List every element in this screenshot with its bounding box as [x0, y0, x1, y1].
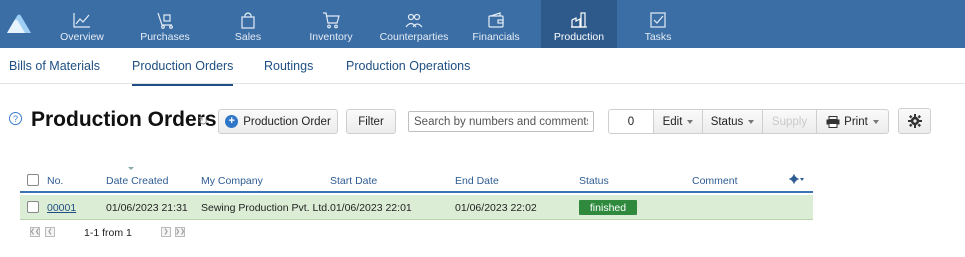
last-page-button[interactable]: ❯❯	[175, 227, 185, 237]
hand-cart-icon	[157, 12, 173, 29]
edit-dropdown[interactable]: Edit	[653, 110, 702, 133]
nav-counterparties[interactable]: Counterparties	[378, 0, 450, 48]
cell-start-date: 01/06/2023 22:01	[330, 202, 412, 214]
select-all-checkbox[interactable]	[27, 174, 39, 186]
add-production-order-button[interactable]: + Production Order	[218, 109, 338, 134]
tab-routings[interactable]: Routings	[264, 59, 313, 73]
printer-icon	[826, 115, 840, 128]
table-header: No. Date Created My Company Start Date E…	[20, 171, 813, 193]
column-header-comment[interactable]: Comment	[692, 175, 738, 187]
chevron-down-icon	[748, 119, 755, 124]
chart-line-icon	[73, 13, 90, 28]
cell-company: Sewing Production Pvt. Ltd.	[201, 202, 330, 214]
tab-production-operations[interactable]: Production Operations	[346, 59, 470, 73]
action-toolbar: 0 Edit Status Supply Print	[608, 109, 889, 134]
column-header-status[interactable]: Status	[579, 175, 609, 187]
column-header-end-date[interactable]: End Date	[455, 175, 499, 187]
next-page-button[interactable]: ❯	[161, 227, 171, 237]
chevron-down-icon	[687, 119, 694, 124]
nav-label: Production	[553, 31, 605, 43]
supply-button[interactable]: Supply	[762, 110, 816, 133]
print-label: Print	[844, 115, 868, 128]
status-dropdown[interactable]: Status	[702, 110, 762, 133]
add-button-label: Production Order	[243, 115, 331, 128]
cell-date-created: 01/06/2023 21:31	[106, 202, 188, 214]
column-settings-button[interactable]	[789, 174, 805, 187]
first-page-button[interactable]: ❮❮	[30, 227, 40, 237]
nav-purchases[interactable]: Purchases	[135, 0, 195, 48]
gear-icon	[907, 114, 922, 128]
cart-icon	[323, 12, 340, 29]
app-logo[interactable]	[4, 10, 34, 36]
nav-label: Counterparties	[379, 31, 449, 43]
people-icon	[405, 13, 423, 28]
settings-button[interactable]	[898, 108, 931, 134]
page-title: Production Orders	[31, 108, 217, 131]
nav-overview[interactable]: Overview	[58, 0, 106, 48]
plus-icon: +	[225, 115, 239, 128]
column-header-company[interactable]: My Company	[201, 175, 263, 187]
gear-icon	[789, 174, 804, 184]
wallet-icon	[488, 12, 504, 28]
help-icon[interactable]: ?	[9, 112, 22, 125]
top-navigation: Overview Purchases Sales Inventory Count…	[0, 0, 965, 48]
tab-bills-of-materials[interactable]: Bills of Materials	[9, 59, 100, 73]
edit-label: Edit	[662, 115, 683, 128]
nav-label: Overview	[60, 31, 104, 43]
pagination-info: 1-1 from 1	[84, 227, 132, 239]
row-checkbox[interactable]	[27, 201, 39, 213]
order-number-link[interactable]: 00001	[47, 202, 76, 214]
shopping-bag-icon	[241, 12, 255, 29]
nav-inventory[interactable]: Inventory	[305, 0, 357, 48]
selected-count: 0	[609, 110, 653, 133]
refresh-icon[interactable]: ↻	[198, 115, 210, 127]
sort-indicator-icon	[128, 167, 134, 170]
nav-production[interactable]: Production	[541, 0, 617, 48]
search-input[interactable]	[408, 111, 594, 132]
status-badge: finished	[579, 200, 637, 215]
nav-tasks[interactable]: Tasks	[640, 0, 676, 48]
nav-sales[interactable]: Sales	[228, 0, 268, 48]
nav-label: Tasks	[644, 31, 672, 43]
nav-financials[interactable]: Financials	[470, 0, 522, 48]
column-header-no[interactable]: No.	[47, 175, 63, 187]
cell-end-date: 01/06/2023 22:02	[455, 202, 537, 214]
checkbox-icon	[650, 12, 666, 28]
print-dropdown[interactable]: Print	[816, 110, 888, 133]
tab-production-orders[interactable]: Production Orders	[132, 59, 234, 86]
column-header-start-date[interactable]: Start Date	[330, 175, 377, 187]
nav-label: Sales	[234, 31, 262, 43]
factory-icon	[571, 12, 587, 28]
column-header-date-created[interactable]: Date Created	[106, 175, 168, 187]
prev-page-button[interactable]: ❮	[45, 227, 55, 237]
sub-navigation: Bills of Materials Production Orders Rou…	[0, 48, 965, 86]
nav-label: Financials	[472, 31, 520, 43]
filter-button[interactable]: Filter	[346, 109, 396, 134]
table-row[interactable]: 00001 01/06/2023 21:31 Sewing Production…	[20, 195, 813, 220]
nav-label: Purchases	[140, 31, 190, 43]
status-label: Status	[710, 115, 744, 128]
nav-label: Inventory	[309, 31, 353, 43]
chevron-down-icon	[872, 119, 879, 124]
